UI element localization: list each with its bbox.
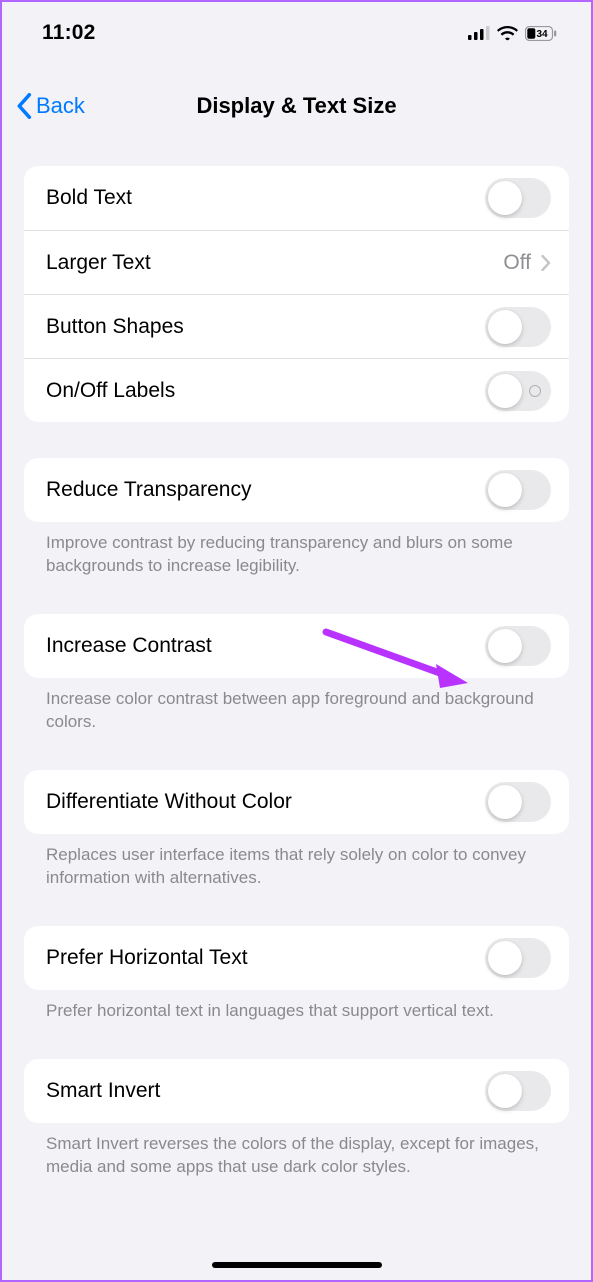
row-label: Bold Text — [46, 186, 132, 210]
page-title: Display & Text Size — [196, 93, 396, 119]
row-label: Reduce Transparency — [46, 478, 251, 502]
home-indicator[interactable] — [212, 1262, 382, 1268]
row-prefer-horizontal[interactable]: Prefer Horizontal Text — [24, 926, 569, 990]
row-button-shapes[interactable]: Button Shapes — [24, 294, 569, 358]
row-label: Larger Text — [46, 251, 151, 275]
toggle-increase-contrast[interactable] — [485, 626, 551, 666]
cellular-signal-icon — [468, 26, 490, 40]
toggle-button-shapes[interactable] — [485, 307, 551, 347]
nav-bar: Back Display & Text Size — [2, 76, 591, 136]
row-value: Off — [503, 251, 531, 275]
row-diff-without-color[interactable]: Differentiate Without Color — [24, 770, 569, 834]
settings-group-reduce-transparency: Reduce Transparency — [24, 458, 569, 522]
row-smart-invert[interactable]: Smart Invert — [24, 1059, 569, 1123]
wifi-icon — [497, 26, 518, 41]
toggle-reduce-transparency[interactable] — [485, 470, 551, 510]
status-bar: 11:02 34 — [2, 2, 591, 58]
settings-group-increase-contrast: Increase Contrast — [24, 614, 569, 678]
footer-reduce-transparency: Improve contrast by reducing transparenc… — [24, 522, 569, 578]
toggle-onoff-labels[interactable] — [485, 371, 551, 411]
settings-group-smart-invert: Smart Invert — [24, 1059, 569, 1123]
status-time: 11:02 — [42, 21, 96, 45]
toggle-smart-invert[interactable] — [485, 1071, 551, 1111]
footer-increase-contrast: Increase color contrast between app fore… — [24, 678, 569, 734]
settings-group-text: Bold Text Larger Text Off Button Shapes … — [24, 166, 569, 422]
row-label: Differentiate Without Color — [46, 790, 292, 814]
settings-group-prefer-horizontal: Prefer Horizontal Text — [24, 926, 569, 990]
svg-text:34: 34 — [536, 29, 548, 40]
row-label: Button Shapes — [46, 315, 184, 339]
battery-icon: 34 — [525, 26, 557, 41]
toggle-prefer-horizontal[interactable] — [485, 938, 551, 978]
footer-smart-invert: Smart Invert reverses the colors of the … — [24, 1123, 569, 1179]
status-indicators: 34 — [468, 26, 557, 41]
footer-diff-without-color: Replaces user interface items that rely … — [24, 834, 569, 890]
row-larger-text[interactable]: Larger Text Off — [24, 230, 569, 294]
toggle-bold-text[interactable] — [485, 178, 551, 218]
row-label: Smart Invert — [46, 1079, 160, 1103]
chevron-left-icon — [16, 93, 32, 119]
row-label: Prefer Horizontal Text — [46, 946, 248, 970]
row-label: On/Off Labels — [46, 379, 175, 403]
settings-group-diff-without-color: Differentiate Without Color — [24, 770, 569, 834]
row-bold-text[interactable]: Bold Text — [24, 166, 569, 230]
back-label: Back — [36, 93, 85, 119]
row-label: Increase Contrast — [46, 634, 212, 658]
toggle-diff-without-color[interactable] — [485, 782, 551, 822]
row-reduce-transparency[interactable]: Reduce Transparency — [24, 458, 569, 522]
row-onoff-labels[interactable]: On/Off Labels — [24, 358, 569, 422]
back-button[interactable]: Back — [16, 93, 85, 119]
footer-prefer-horizontal: Prefer horizontal text in languages that… — [24, 990, 569, 1023]
row-increase-contrast[interactable]: Increase Contrast — [24, 614, 569, 678]
chevron-right-icon — [541, 255, 551, 271]
